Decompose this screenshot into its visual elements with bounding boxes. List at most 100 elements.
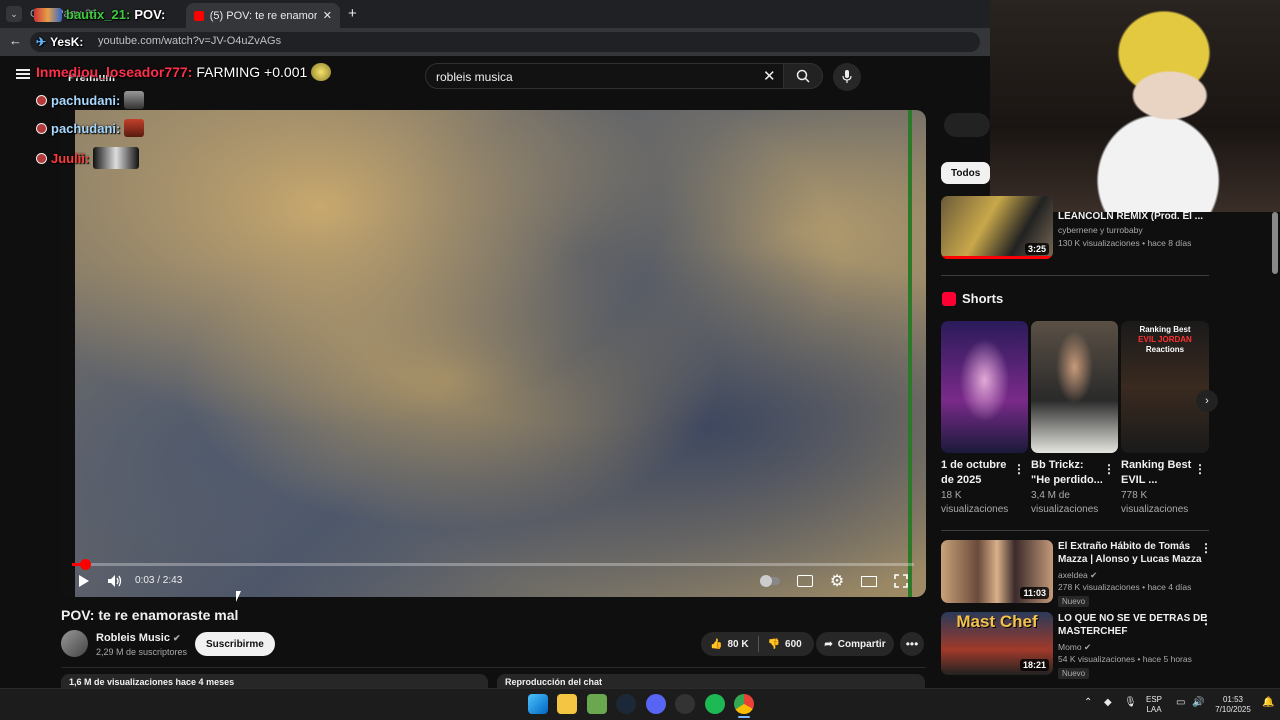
file-explorer-icon[interactable]	[557, 694, 577, 714]
share-button[interactable]: ➦ Compartir	[816, 632, 894, 656]
share-label: Compartir	[837, 638, 886, 650]
short-thumbnail[interactable]: Ranking Best EVIL JORDAN Reactions	[1121, 321, 1209, 453]
notification-bell-icon[interactable]: 🔔	[1262, 698, 1274, 708]
tab-active[interactable]: (5) POV: te re enamoraste mal ✕	[186, 3, 340, 28]
progress-bar[interactable]	[72, 563, 914, 566]
video-player[interactable]	[61, 110, 926, 597]
thumb-caption: Mast Chef	[956, 612, 1038, 631]
volume-icon	[108, 575, 122, 587]
active-app-indicator	[738, 716, 750, 718]
short-title[interactable]: Bb Trickz: "He perdido...	[1031, 458, 1103, 488]
video-frame-border-right	[908, 110, 912, 597]
search-input[interactable]: robleis musica	[425, 63, 785, 89]
network-icon[interactable]: ▭	[1176, 698, 1185, 708]
page-scrollbar[interactable]	[1272, 212, 1278, 274]
divider	[941, 275, 1209, 276]
sidebar-chip-partial[interactable]	[944, 113, 990, 137]
kebab-menu-icon[interactable]: ⋮	[1200, 613, 1212, 627]
short-thumbnail[interactable]	[1031, 321, 1118, 453]
video-thumbnail[interactable]: 11:03	[941, 540, 1053, 603]
chat-badge-icon	[36, 94, 47, 106]
progress-scrubber[interactable]	[80, 559, 91, 570]
voice-search-button[interactable]	[833, 63, 861, 91]
caption-line: Ranking Best	[1139, 325, 1191, 334]
video-title[interactable]: El Extraño Hábito de Tomás Mazza | Alonso…	[1058, 540, 1202, 566]
verified-check-icon: ✔	[1084, 642, 1092, 652]
tray-chevron-icon[interactable]: ⌃	[1084, 698, 1092, 708]
autoplay-toggle[interactable]	[759, 570, 781, 592]
discord-icon[interactable]	[646, 694, 666, 714]
channel-avatar[interactable]	[61, 630, 88, 657]
kebab-menu-icon[interactable]: ⋮	[1200, 541, 1212, 555]
language-code: ESP	[1146, 695, 1163, 704]
back-arrow-icon[interactable]: ←	[9, 33, 22, 48]
theater-mode-button[interactable]	[858, 570, 880, 592]
windows-start-icon[interactable]	[528, 694, 548, 714]
short-title[interactable]: 1 de octubre de 2025	[941, 458, 1006, 488]
tray-mic-icon[interactable]: 🎙	[1124, 698, 1137, 708]
overlay-chat-line: ✈ YesK:	[36, 35, 83, 49]
shorts-heading: Shorts	[962, 291, 1004, 306]
dislike-button[interactable]: 👎 600	[759, 639, 811, 650]
video-title[interactable]: LEANCOLN REMIX (Prod. El ...	[1058, 210, 1203, 223]
kebab-menu-icon[interactable]: ⋮	[1103, 462, 1115, 476]
emote-icon	[311, 63, 332, 81]
new-tab-plus-icon[interactable]: +	[348, 5, 357, 22]
fullscreen-button[interactable]	[890, 570, 912, 592]
menu-hamburger-icon[interactable]	[16, 69, 30, 79]
clock[interactable]: 01:53 7/10/2025	[1212, 695, 1254, 715]
overlay-chat-line: Inmediou_loseador777: FARMING +0.001	[36, 63, 332, 81]
tab-search-icon[interactable]: ⌄	[6, 6, 22, 22]
obs-icon[interactable]	[675, 694, 695, 714]
title-line: Mazza | Alonso y Lucas Mazza	[1058, 554, 1202, 565]
more-actions-button[interactable]: •••	[900, 632, 924, 656]
play-icon	[79, 575, 89, 587]
steam-icon[interactable]	[616, 694, 636, 714]
shorts-logo-icon	[942, 292, 956, 306]
kebab-menu-icon[interactable]: ⋮	[1194, 462, 1206, 476]
emote-icon	[124, 119, 145, 137]
video-time: 0:03 / 2:43	[135, 575, 183, 586]
kebab-menu-icon[interactable]: ⋮	[1013, 462, 1025, 476]
spotify-icon[interactable]	[705, 694, 725, 714]
like-button[interactable]: 👍 80 K	[701, 636, 759, 652]
video-title: POV: te re enamoraste mal	[61, 607, 239, 623]
settings-button[interactable]: ⚙	[826, 570, 848, 592]
subscribe-button[interactable]: Suscribirme	[195, 632, 275, 656]
short-thumbnail[interactable]	[941, 321, 1028, 453]
video-thumbnail[interactable]: Mast Chef 18:21	[941, 612, 1053, 675]
verified-check-icon: ✔	[1090, 570, 1098, 580]
video-thumbnail[interactable]: 3:25	[941, 196, 1053, 259]
channel-text: Momo	[1058, 642, 1082, 652]
clock-time: 01:53	[1222, 695, 1244, 704]
search-button[interactable]	[783, 63, 823, 89]
video-frame-border	[61, 110, 75, 597]
title-line: de 2025	[941, 474, 982, 486]
shorts-next-chevron-icon[interactable]: ›	[1196, 390, 1218, 412]
url-text: youtube.com/watch?v=JV-O4uZvAGs	[98, 35, 282, 47]
play-button[interactable]	[73, 570, 95, 592]
captions-icon	[797, 575, 813, 587]
speaker-icon[interactable]: 🔊	[1192, 698, 1204, 708]
minecraft-icon[interactable]	[587, 694, 607, 714]
language-indicator[interactable]: ESP LAA	[1146, 695, 1162, 715]
title-line: El Extraño Hábito de Tomás	[1058, 541, 1191, 552]
mute-button[interactable]	[104, 570, 126, 592]
clear-search-icon[interactable]: ✕	[763, 67, 776, 85]
chrome-icon[interactable]	[734, 694, 754, 714]
channel-name[interactable]: Robleis Music ✔	[96, 632, 181, 644]
divider	[941, 530, 1209, 531]
video-duration: 3:25	[1024, 243, 1049, 255]
chip-all[interactable]: Todos	[941, 162, 991, 184]
short-title[interactable]: Ranking Best EVIL ...	[1121, 458, 1191, 488]
chat-badge-icon	[36, 122, 47, 134]
video-title[interactable]: LO QUE NO SE VE DETRAS DE MASTERCHEF	[1058, 612, 1207, 638]
video-meta: 130 K visualizaciones • hace 8 días	[1058, 238, 1192, 248]
subtitles-button[interactable]	[794, 570, 816, 592]
gear-icon: ⚙	[829, 573, 845, 590]
chat-badges-icon	[34, 7, 62, 22]
tray-app-icon[interactable]: ◆	[1104, 698, 1112, 708]
chat-user: pachudani:	[51, 120, 121, 136]
clock-date: 7/10/2025	[1215, 705, 1251, 714]
close-tab-icon[interactable]: ✕	[323, 9, 332, 22]
